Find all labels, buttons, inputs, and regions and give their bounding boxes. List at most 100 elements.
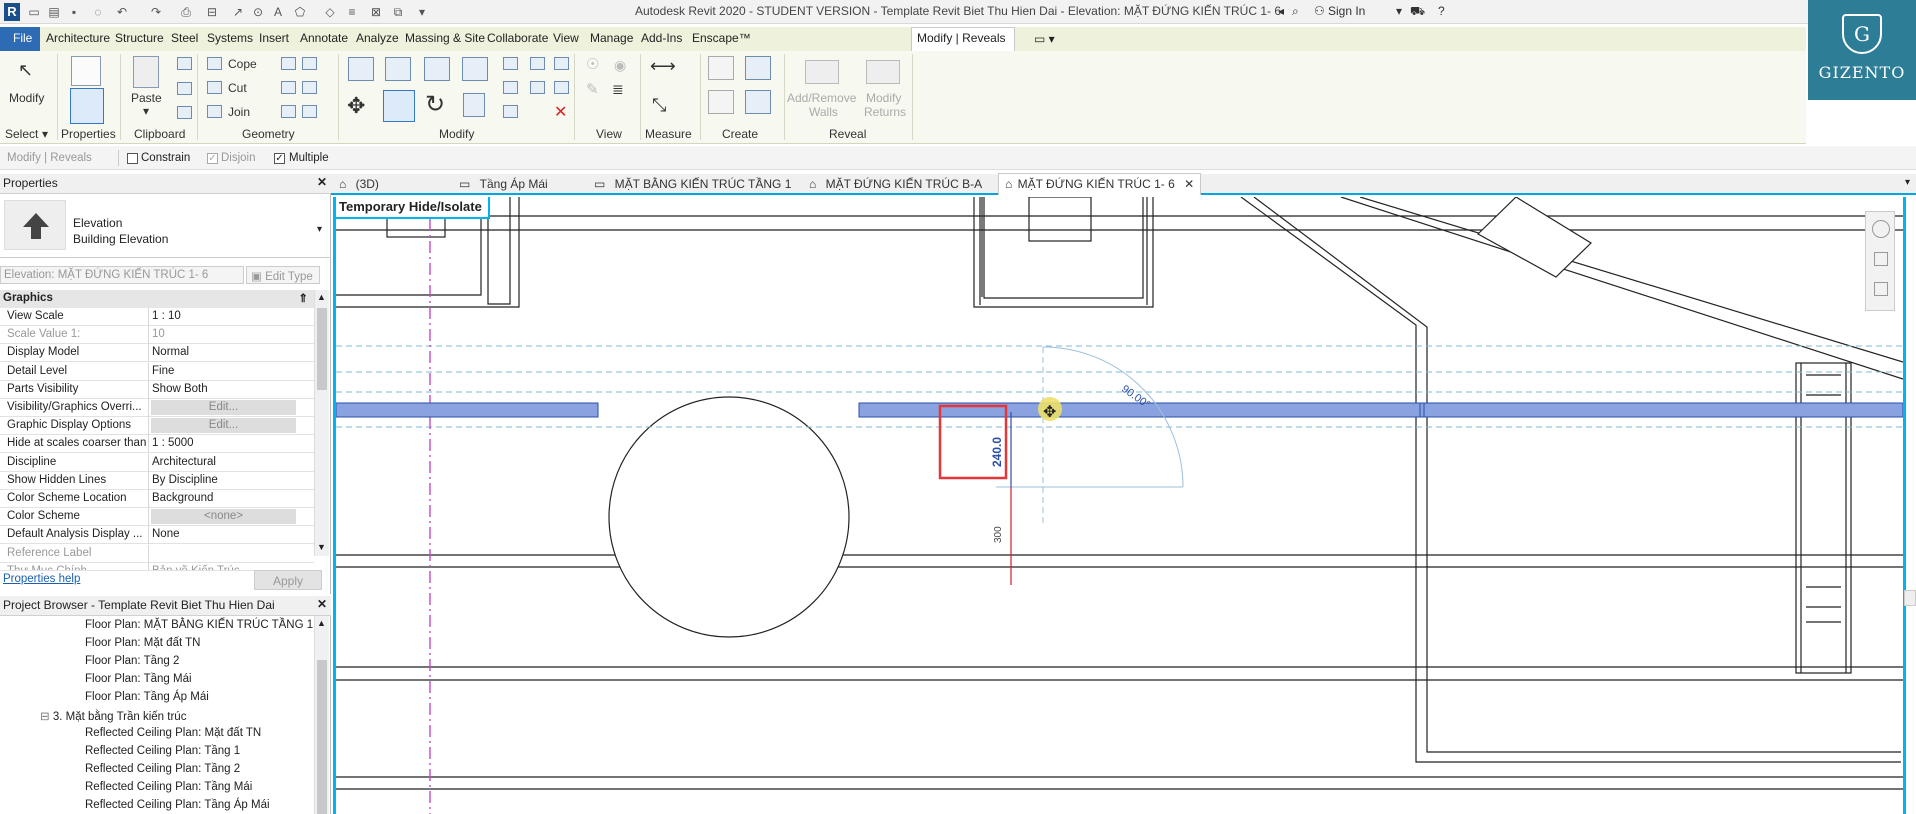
- property-row[interactable]: Show Hidden Lines By Discipline: [0, 471, 314, 490]
- property-value[interactable]: Fine: [152, 365, 174, 377]
- override-graphics-icon[interactable]: ☉: [586, 55, 599, 73]
- wall-joins-icon[interactable]: [281, 57, 296, 70]
- tab-tang-ap-mai[interactable]: ▭ Tầng Áp Mái: [459, 174, 548, 195]
- array-icon[interactable]: [503, 81, 518, 94]
- steering-wheel-icon[interactable]: [1872, 220, 1890, 238]
- property-value[interactable]: Background: [152, 492, 213, 504]
- binoculars-icon[interactable]: ⌕: [1292, 4, 1299, 19]
- sign-in-link[interactable]: Sign In: [1328, 4, 1365, 18]
- elevation-drawing[interactable]: ✥: [336, 197, 1903, 814]
- browser-item[interactable]: Floor Plan: Tầng Áp Mái: [85, 691, 209, 703]
- cope-icon[interactable]: [207, 57, 222, 70]
- property-value[interactable]: Normal: [152, 346, 189, 358]
- beam-join-icon[interactable]: [281, 81, 296, 94]
- paste-arrow-icon[interactable]: ▾: [143, 104, 149, 118]
- dimension-240[interactable]: 240.0: [990, 437, 1004, 467]
- browser-scrollbar[interactable]: ▲: [314, 616, 329, 814]
- property-value[interactable]: 10: [152, 328, 165, 340]
- properties-help-link[interactable]: Properties help: [3, 573, 80, 585]
- trim-icon[interactable]: [554, 57, 569, 70]
- align-icon[interactable]: [348, 57, 374, 81]
- linework-icon[interactable]: ✎: [586, 80, 599, 98]
- split-face-icon[interactable]: [302, 57, 317, 70]
- properties-scrollbar[interactable]: ▲ ▼: [314, 290, 329, 556]
- cart-icon[interactable]: ⛟: [1410, 4, 1425, 20]
- hide-icon[interactable]: ◉: [614, 57, 626, 74]
- browser-item[interactable]: Floor Plan: MẶT BẰNG KIẾN TRÚC TẦNG 1: [85, 619, 313, 631]
- remove-paint-icon[interactable]: [302, 105, 317, 118]
- cut-button[interactable]: Cut: [228, 81, 247, 95]
- property-row[interactable]: Color Scheme Location Background: [0, 490, 314, 508]
- cut-clip-icon[interactable]: [177, 57, 192, 70]
- scroll-thumb[interactable]: [317, 660, 327, 814]
- scroll-down-icon[interactable]: ▼: [317, 542, 326, 552]
- tab-annotate[interactable]: Annotate: [300, 31, 348, 45]
- measure-distance-icon[interactable]: ⟷: [650, 56, 676, 77]
- join-icon[interactable]: [207, 105, 222, 118]
- instance-filter-select[interactable]: Elevation: MẶT ĐỨNG KIẾN TRÚC 1- 6: [0, 266, 244, 284]
- tab-systems[interactable]: Systems: [207, 31, 253, 45]
- create-group-icon[interactable]: [745, 56, 771, 80]
- tab-analyze[interactable]: Analyze: [356, 31, 399, 45]
- scroll-thumb[interactable]: [317, 308, 327, 390]
- browser-item[interactable]: Reflected Ceiling Plan: Tầng 2: [85, 763, 240, 775]
- property-row[interactable]: Default Analysis Display ... None: [0, 526, 314, 545]
- browser-item[interactable]: Floor Plan: Mặt đất TN: [85, 637, 200, 649]
- property-row[interactable]: Graphic Display Options Edit...: [0, 417, 314, 436]
- add-remove-walls-label[interactable]: Add/Remove: [787, 91, 856, 105]
- panel-toggle-icon[interactable]: ▭ ▾: [1034, 32, 1055, 46]
- property-row[interactable]: Scale Value 1: 10: [0, 326, 314, 345]
- close-tab-icon[interactable]: ✕: [1184, 177, 1194, 191]
- property-row[interactable]: Color Scheme <none>: [0, 508, 314, 527]
- property-value[interactable]: 1 : 5000: [152, 437, 194, 449]
- tab-list-icon[interactable]: ▾: [1905, 177, 1910, 188]
- disjoin-checkbox[interactable]: ✓: [207, 153, 218, 164]
- zoom-icon[interactable]: [1874, 252, 1888, 266]
- add-remove-walls-label2[interactable]: Walls: [809, 105, 838, 119]
- extend-icon[interactable]: [554, 81, 569, 94]
- type-properties-icon[interactable]: [71, 56, 101, 86]
- graphics-section-header[interactable]: Graphics ⇑: [0, 290, 314, 308]
- tab-architecture[interactable]: Architecture: [46, 31, 110, 45]
- property-row[interactable]: Detail Level Fine: [0, 362, 314, 381]
- browser-item[interactable]: Reflected Ceiling Plan: Mặt đất TN: [85, 727, 261, 739]
- paint-icon[interactable]: [302, 81, 317, 94]
- close-icon[interactable]: ✕: [317, 175, 327, 189]
- browser-item[interactable]: Floor Plan: Tầng Mái: [85, 673, 192, 685]
- property-row[interactable]: Hide at scales coarser than 1 : 5000: [0, 435, 314, 454]
- tab-mat-dung-1-6-active[interactable]: ⌂ MẶT ĐỨNG KIẾN TRÚC 1- 6 ✕: [998, 173, 1202, 195]
- move-icon[interactable]: ✥: [347, 93, 365, 119]
- close-icon[interactable]: ✕: [317, 597, 327, 611]
- edit-type-button[interactable]: ▣ Edit Type: [246, 266, 320, 284]
- property-value[interactable]: By Discipline: [152, 474, 218, 486]
- browser-item[interactable]: Reflected Ceiling Plan: Tầng Áp Mái: [85, 799, 270, 811]
- paste-button[interactable]: Paste: [131, 91, 162, 105]
- browser-item[interactable]: Reflected Ceiling Plan: Tầng 1: [85, 745, 240, 757]
- browser-item[interactable]: Reflected Ceiling Plan: Tầng Mái: [85, 781, 252, 793]
- select-arrow-icon[interactable]: ▾: [42, 127, 48, 141]
- property-row[interactable]: View Scale 1 : 10: [0, 308, 314, 326]
- dimension-300[interactable]: 300: [993, 526, 1004, 543]
- mirror-draw-icon[interactable]: [462, 57, 488, 81]
- dropdown-icon[interactable]: ▾: [1396, 4, 1402, 18]
- property-value[interactable]: Architectural: [152, 456, 216, 468]
- file-menu[interactable]: File: [0, 27, 40, 51]
- property-row[interactable]: Discipline Architectural: [0, 453, 314, 472]
- apply-button[interactable]: Apply: [254, 570, 322, 590]
- scroll-up-icon[interactable]: ▲: [317, 292, 326, 302]
- copy-element-icon[interactable]: [383, 90, 415, 122]
- cut-geometry-icon[interactable]: [207, 81, 222, 94]
- tab-3d[interactable]: ⌂ (3D): [339, 174, 379, 195]
- pin-icon[interactable]: [530, 57, 545, 70]
- offset-icon[interactable]: [385, 57, 411, 81]
- delete-icon[interactable]: ✕: [554, 102, 567, 122]
- modify-cursor-icon[interactable]: ↖: [18, 60, 33, 81]
- unpin-icon[interactable]: [530, 81, 545, 94]
- help-icon[interactable]: ?: [1438, 4, 1445, 18]
- tab-add-ins[interactable]: Add-Ins: [641, 31, 682, 45]
- property-value[interactable]: None: [152, 528, 180, 540]
- property-edit-button[interactable]: Edit...: [151, 400, 296, 415]
- split-icon[interactable]: [503, 57, 518, 70]
- zoom-region-icon[interactable]: [1874, 282, 1888, 296]
- cope-button[interactable]: Cope: [228, 57, 257, 71]
